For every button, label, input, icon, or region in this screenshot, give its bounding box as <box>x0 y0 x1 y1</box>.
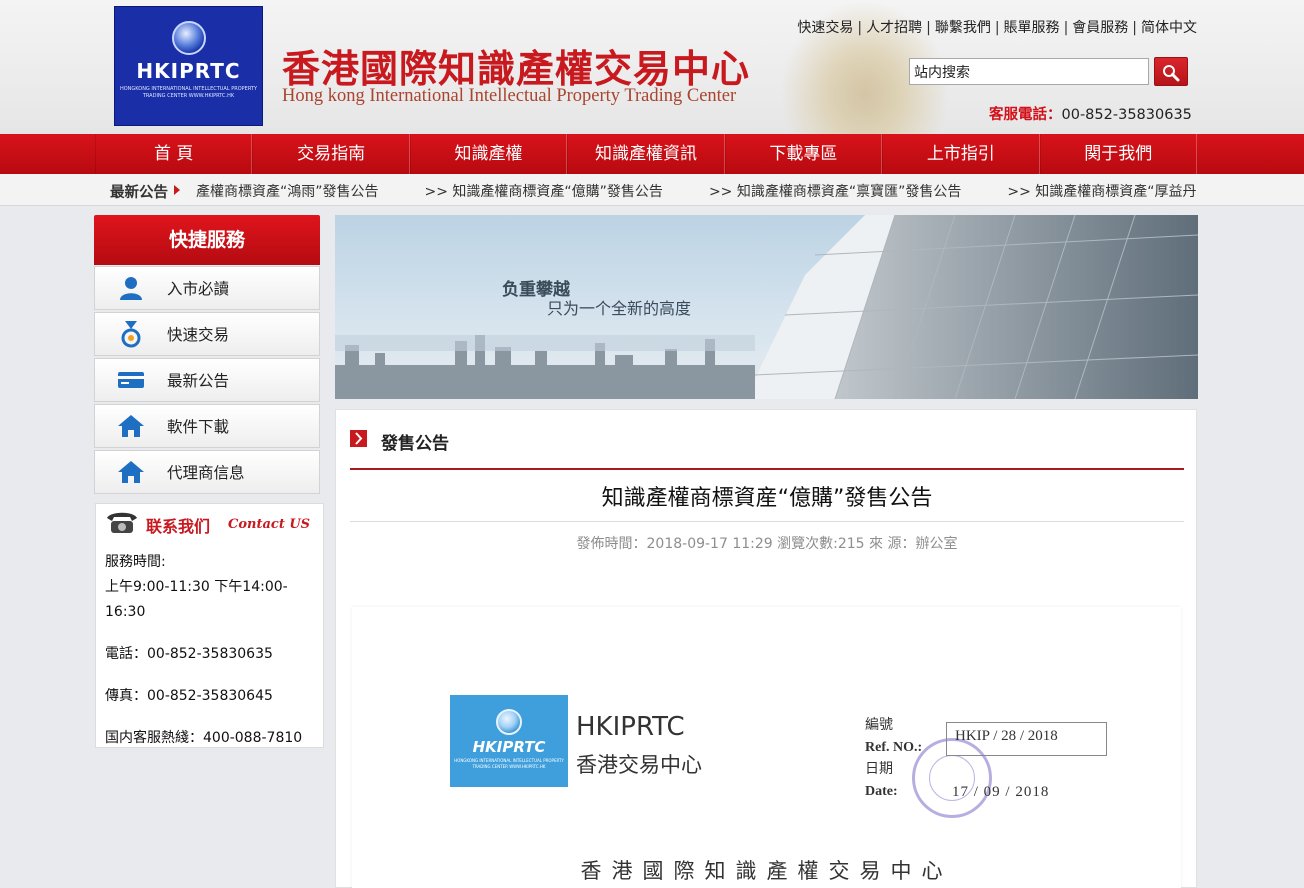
service-hours: 上午9:00-11:30 下午14:00-16:30 <box>105 579 288 620</box>
separator: | <box>1132 20 1137 36</box>
section-header: 發售公告 <box>350 428 1184 470</box>
main-nav: 首 頁 交易指南 知識產權 知識產權資訊 下載專區 上市指引 関于我們 <box>0 134 1304 174</box>
nav-ip-news[interactable]: 知識產權資訊 <box>567 134 725 174</box>
separator: | <box>857 20 863 36</box>
separator: | <box>994 20 1000 36</box>
contact-phone: 電話：00-852-35830635 <box>105 646 273 662</box>
notice-item[interactable]: >> 知識產權商標資產“厚益丹”發售公告 <box>1007 181 1196 201</box>
date-label-en: Date: <box>865 784 898 799</box>
telephone-icon <box>107 512 137 533</box>
document-logo-text: HKIPRTC <box>472 738 546 756</box>
notice-label: 最新公告 <box>110 185 168 201</box>
side-item-label: 入市必讀 <box>167 280 230 298</box>
logo-subtext: HONGKONG INTERNATIONAL INTELLECTUAL PROP… <box>119 86 258 99</box>
contact-title-en: Contact US <box>228 517 311 532</box>
date-value: 17 / 09 / 2018 <box>952 784 1050 800</box>
document-brand-cn: 香港交易中心 <box>576 753 702 777</box>
search-button[interactable] <box>1154 57 1188 86</box>
nav-downloads[interactable]: 下載專區 <box>724 134 883 174</box>
search-icon <box>1163 65 1180 82</box>
top-links: 快速交易 | 人才招聘 | 聯繫我們 | 賬單服務 | 會員服務 | 简体中文 <box>797 17 1197 37</box>
document-image: HKIPRTC HONGKONG INTERNATIONAL INTELLECT… <box>352 607 1181 888</box>
top-link-contact[interactable]: 聯繫我們 <box>935 20 991 36</box>
nav-ip[interactable]: 知識產權 <box>409 134 568 174</box>
site-logo[interactable]: HKIPRTC HONGKONG INTERNATIONAL INTELLECT… <box>114 6 263 126</box>
document-ref-labels: 編號 Ref. NO.: 日期 Date: <box>865 715 922 803</box>
notice-item[interactable]: >> 知識產權商標資產“禀寶匯”發售公告 <box>709 181 961 201</box>
logo-text: HKIPRTC <box>136 59 241 83</box>
top-link-member[interactable]: 會員服務 <box>1072 20 1128 36</box>
city-skyline-image <box>335 215 1198 399</box>
contact-header: 联系我们 Contact US <box>96 504 323 542</box>
quick-service-list: 入市必讀 快速交易 最新公告 軟件下載 代理商信息 <box>94 266 320 496</box>
notice-item[interactable]: >> 知識產權商標資產“億購”發售公告 <box>425 181 663 201</box>
nav-listing-guide[interactable]: 上市指引 <box>882 134 1040 174</box>
notice-bar: 最新公告 產權商標資產“鴻雨”發售公告 >> 知識產權商標資產“億購”發售公告 >>… <box>0 174 1304 206</box>
site-header: HKIPRTC HONGKONG INTERNATIONAL INTELLECT… <box>0 0 1304 134</box>
top-link-simplified[interactable]: 简体中文 <box>1141 20 1197 36</box>
contact-panel: 联系我们 Contact US 服務時間: 上午9:00-11:30 下午14:… <box>95 503 324 748</box>
contact-body: 服務時間: 上午9:00-11:30 下午14:00-16:30 電話：00-8… <box>96 542 323 751</box>
divider <box>350 521 1184 522</box>
article-meta: 發佈時間：2018-09-17 11:29 瀏覽次數:215 來 源：辦公室 <box>576 536 958 552</box>
document-logo-subtext: HONGKONG INTERNATIONAL INTELLECTUAL PROP… <box>454 758 564 769</box>
side-item-latest-notice[interactable]: 最新公告 <box>94 358 320 402</box>
contact-fax: 傳真：00-852-35830645 <box>105 688 273 704</box>
document-brand: HKIPRTC <box>576 712 685 742</box>
document-logo: HKIPRTC HONGKONG INTERNATIONAL INTELLECT… <box>450 695 568 787</box>
hero-banner: 负重攀越 只为一个全新的高度 <box>335 215 1198 399</box>
side-item-label: 軟件下載 <box>167 418 230 436</box>
notice-ticker: 產權商標資產“鴻雨”發售公告 >> 知識產權商標資產“億購”發售公告 >> 知識產權… <box>196 181 1196 201</box>
side-item-label: 最新公告 <box>167 372 230 390</box>
home-icon <box>118 461 144 483</box>
top-link-quick-trade[interactable]: 快速交易 <box>797 20 853 36</box>
medal-icon <box>121 321 141 348</box>
hotline-label: 客服電話： <box>989 107 1062 123</box>
date-label-cn: 日期 <box>865 762 893 777</box>
search-input[interactable] <box>909 58 1149 85</box>
nav-home[interactable]: 首 頁 <box>95 134 253 174</box>
globe-icon <box>496 709 522 735</box>
quick-service-title: 快捷服務 <box>94 215 320 265</box>
side-item-quick-trade[interactable]: 快速交易 <box>94 312 320 356</box>
ref-label-cn: 編號 <box>865 718 893 733</box>
home-icon <box>118 415 144 437</box>
contact-domestic-hotline: 国内客服熱綫：400-088-7810 <box>105 730 303 746</box>
top-link-billing[interactable]: 賬單服務 <box>1004 20 1060 36</box>
site-title: 香港國際知識產權交易中心 <box>282 46 751 91</box>
side-item-must-read[interactable]: 入市必讀 <box>94 266 320 310</box>
user-icon <box>120 277 142 300</box>
side-item-software-download[interactable]: 軟件下載 <box>94 404 320 448</box>
contact-title-cn: 联系我们 <box>146 517 211 536</box>
section-title: 發售公告 <box>381 434 449 454</box>
ref-value: HKIP / 28 / 2018 <box>955 728 1058 744</box>
notice-item[interactable]: 產權商標資產“鴻雨”發售公告 <box>196 181 379 201</box>
separator: | <box>926 20 931 36</box>
top-link-recruit[interactable]: 人才招聘 <box>866 20 922 36</box>
document-center-name: 香港國際知識產權交易中心 <box>580 859 953 883</box>
hotline-number: 00-852-35830635 <box>1061 107 1192 123</box>
card-icon <box>118 372 144 388</box>
nav-about[interactable]: 関于我們 <box>1039 134 1197 174</box>
article-panel: 發售公告 知識產權商標資産“億購”發售公告 發佈時間：2018-09-17 11… <box>335 409 1197 888</box>
caret-right-icon <box>174 185 180 195</box>
hotline: 客服電話：00-852-35830635 <box>989 103 1192 124</box>
ref-label-en: Ref. NO.: <box>865 740 923 755</box>
globe-icon <box>171 21 206 55</box>
side-item-label: 代理商信息 <box>167 464 245 482</box>
service-hours-label: 服務時間: <box>105 554 166 570</box>
separator: | <box>1063 20 1069 36</box>
banner-slogan-sub: 只为一个全新的高度 <box>547 299 692 318</box>
side-item-agent-info[interactable]: 代理商信息 <box>94 450 320 494</box>
site-subtitle: Hong kong International Intellectual Pro… <box>282 86 737 106</box>
side-item-label: 快速交易 <box>167 326 230 344</box>
nav-trade-guide[interactable]: 交易指南 <box>252 134 410 174</box>
article-title: 知識產權商標資産“億購”發售公告 <box>601 486 933 511</box>
chevron-right-icon <box>350 430 367 447</box>
